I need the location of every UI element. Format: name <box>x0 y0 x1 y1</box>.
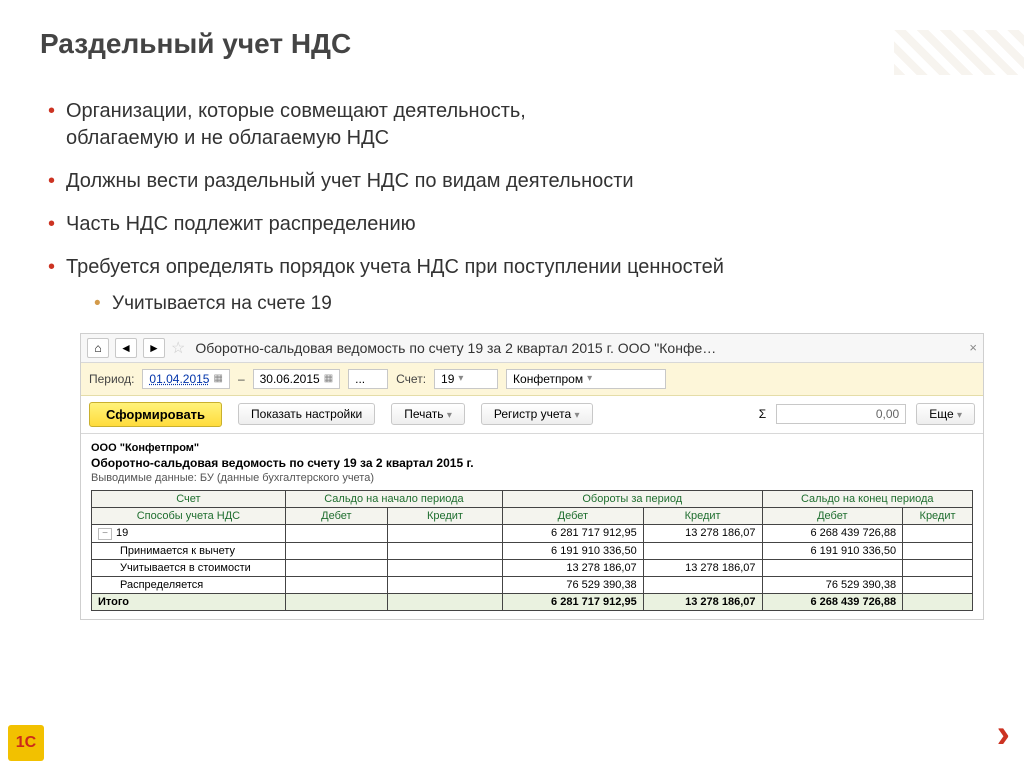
col-account2: Способы учета НДС <box>92 507 286 524</box>
tab-title: Оборотно-сальдовая ведомость по счету 19… <box>195 340 963 356</box>
star-icon[interactable]: ☆ <box>171 338 185 358</box>
col-account: Счет <box>92 490 286 507</box>
toolbar: Сформировать Показать настройки Печать ▾… <box>81 396 983 434</box>
period-picker-button[interactable]: ... <box>348 369 388 389</box>
collapse-icon[interactable]: − <box>98 528 112 540</box>
report-body: ООО "Конфетпром" Оборотно-сальдовая ведо… <box>81 434 983 619</box>
account-input[interactable]: 19▾ <box>434 369 498 389</box>
bullet-1-line1: Организации, которые совмещают деятельно… <box>66 100 526 122</box>
forward-button[interactable]: ► <box>143 338 165 358</box>
report-table: Счет Сальдо на начало периода Обороты за… <box>91 490 973 611</box>
bullet-4-text: Требуется определять порядок учета НДС п… <box>66 256 724 278</box>
more-button[interactable]: Еще ▾ <box>916 403 975 425</box>
bullet-1-line2: облагаемую и не облагаемую НДС <box>66 127 389 149</box>
window-tabbar: ⌂ ◄ ► ☆ Оборотно-сальдовая ведомость по … <box>81 334 983 363</box>
period-label: Период: <box>89 372 134 386</box>
table-row[interactable]: −19 6 281 717 912,95 13 278 186,07 6 268… <box>92 524 973 542</box>
tab-close-button[interactable]: × <box>969 340 977 355</box>
date-from-input[interactable]: 01.04.2015▦ <box>142 369 230 389</box>
logo-1c: 1C <box>8 725 44 761</box>
sum-display[interactable]: 0,00 <box>776 404 906 424</box>
dropdown-icon: ▾ <box>458 373 463 384</box>
report-subtitle: Выводимые данные: БУ (данные бухгалтерск… <box>91 472 973 484</box>
table-row[interactable]: Распределяется 76 529 390,38 76 529 390,… <box>92 576 973 593</box>
report-title: Оборотно-сальдовая ведомость по счету 19… <box>91 456 973 470</box>
bullet-2: Должны вести раздельный учет НДС по вида… <box>48 168 984 195</box>
calendar-icon: ▦ <box>213 373 222 384</box>
table-row[interactable]: Принимается к вычету 6 191 910 336,50 6 … <box>92 542 973 559</box>
report-org: ООО "Конфетпром" <box>91 442 973 454</box>
org-input[interactable]: Конфетпром▾ <box>506 369 666 389</box>
home-button[interactable]: ⌂ <box>87 338 109 358</box>
table-total-row: Итого 6 281 717 912,95 13 278 186,07 6 2… <box>92 593 973 610</box>
bullet-3: Часть НДС подлежит распределению <box>48 211 984 238</box>
grp-period: Обороты за период <box>503 490 762 507</box>
bullet-1: Организации, которые совмещают деятельно… <box>48 98 984 152</box>
sigma-icon[interactable]: Σ <box>759 407 766 421</box>
grp-end: Сальдо на конец периода <box>762 490 973 507</box>
form-button[interactable]: Сформировать <box>89 402 222 427</box>
screenshot-1c: ⌂ ◄ ► ☆ Оборотно-сальдовая ведомость по … <box>80 333 984 620</box>
sub-bullet-1: Учитывается на счете 19 <box>94 291 984 317</box>
decor-stripes <box>894 30 1024 75</box>
date-to-input[interactable]: 30.06.2015▦ <box>253 369 341 389</box>
print-button[interactable]: Печать ▾ <box>391 403 465 425</box>
slide-title: Раздельный учет НДС <box>40 28 984 60</box>
dropdown-icon: ▾ <box>587 373 592 384</box>
bullet-list: Организации, которые совмещают деятельно… <box>40 98 984 317</box>
calendar-icon: ▦ <box>324 373 333 384</box>
params-bar: Период: 01.04.2015▦ – 30.06.2015▦ ... Сч… <box>81 363 983 396</box>
table-row[interactable]: Учитывается в стоимости 13 278 186,07 13… <box>92 559 973 576</box>
next-slide-icon[interactable]: › <box>997 712 1010 757</box>
register-button[interactable]: Регистр учета ▾ <box>481 403 593 425</box>
show-settings-button[interactable]: Показать настройки <box>238 403 375 425</box>
bullet-4: Требуется определять порядок учета НДС п… <box>48 254 984 317</box>
grp-start: Сальдо на начало периода <box>285 490 502 507</box>
account-label: Счет: <box>396 372 426 386</box>
slide-content: Раздельный учет НДС Организации, которые… <box>0 0 1024 317</box>
back-button[interactable]: ◄ <box>115 338 137 358</box>
sub-bullets: Учитывается на счете 19 <box>66 291 984 317</box>
